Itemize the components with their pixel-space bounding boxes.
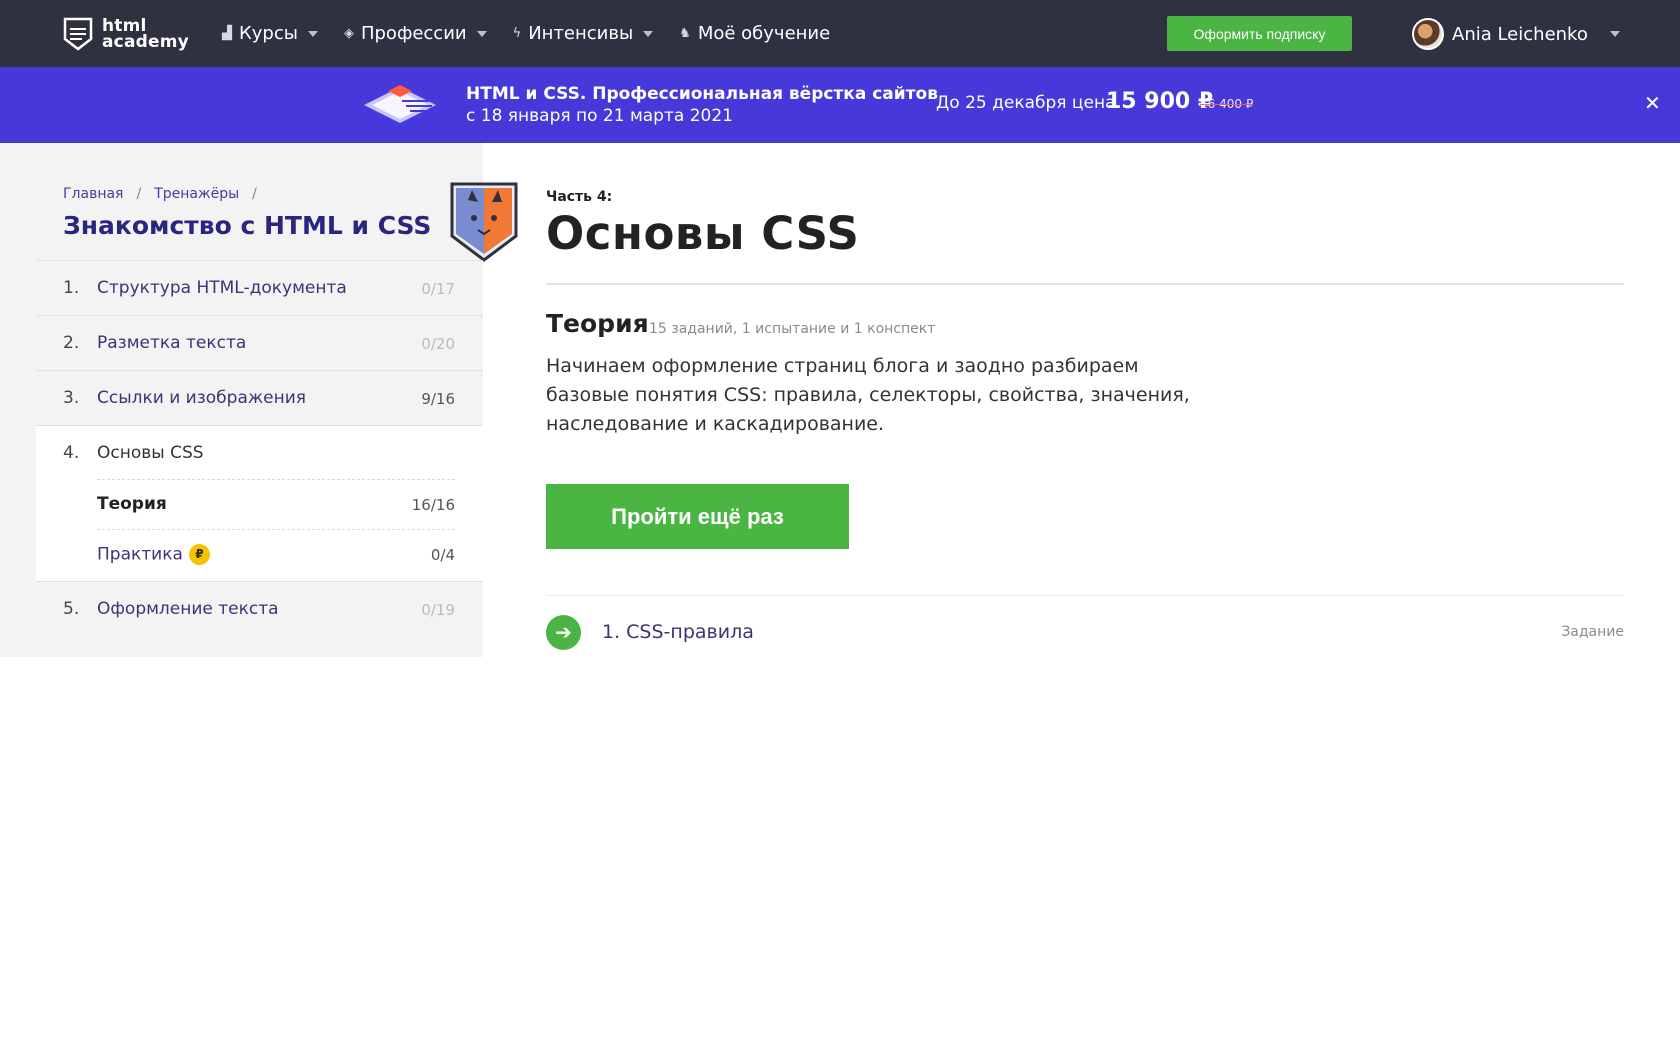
- chapter-number: 3.: [63, 388, 80, 408]
- task-name[interactable]: 1. CSS-правила: [602, 621, 754, 643]
- divider: [546, 595, 1624, 596]
- theory-meta: 15 заданий, 1 испытание и 1 конспект: [649, 321, 936, 337]
- promo-price-old: 16 400 ₽: [1200, 97, 1254, 111]
- lightning-icon: ϟ: [512, 26, 522, 41]
- divider: [546, 283, 1624, 285]
- chapter-name: Структура HTML-документа: [97, 278, 347, 298]
- subitem-label: Теория: [97, 494, 167, 514]
- nav-item-courses[interactable]: ▟ Курсы: [222, 23, 318, 44]
- subitem-label-wrap: Практика ₽: [97, 544, 210, 565]
- retake-button[interactable]: Пройти ещё раз: [546, 484, 849, 549]
- chapter-item[interactable]: 2. Разметка текста 0/20: [36, 315, 483, 370]
- chapter-name: Ссылки и изображения: [97, 388, 307, 408]
- cats-icon: ♞: [679, 26, 691, 41]
- promo-price-now: 15 900 ₽: [1106, 89, 1214, 114]
- theory-description: Начинаем оформление страниц блога и заод…: [546, 355, 1190, 435]
- part-label: Часть 4:: [546, 189, 613, 205]
- logo-icon: [63, 17, 93, 51]
- promo-price-text: До 25 декабря цена: [936, 93, 1116, 113]
- chapter-progress: 0/19: [421, 601, 455, 619]
- nav-item-label: Интенсивы: [528, 23, 634, 44]
- bars-chart-icon: ▟: [222, 26, 232, 41]
- chapter-item[interactable]: 3. Ссылки и изображения 9/16: [36, 370, 483, 425]
- html-academy-logo[interactable]: html academy: [62, 13, 192, 55]
- avatar: [1412, 18, 1444, 50]
- chevron-down-icon: [643, 30, 654, 37]
- subitem-progress: 16/16: [411, 496, 455, 514]
- close-icon[interactable]: ✕: [1644, 91, 1661, 115]
- breadcrumb-separator: /: [136, 186, 142, 202]
- chapter-item[interactable]: 1. Структура HTML-документа 0/17: [36, 260, 483, 315]
- chapter-progress: 0/20: [421, 335, 455, 353]
- subitem-theory[interactable]: Теория 16/16: [97, 479, 455, 529]
- subscribe-button[interactable]: Оформить подписку: [1167, 16, 1352, 51]
- chapter-name: Разметка текста: [97, 333, 247, 353]
- graduation-cap-icon: ◈: [343, 26, 354, 41]
- course-sidebar: Главная / Тренажёры / Знакомство с HTML …: [0, 143, 518, 657]
- chapter-number: 5.: [63, 599, 80, 619]
- chapter-item[interactable]: 5. Оформление текста 0/19: [36, 581, 483, 636]
- subitem-label: Практика: [97, 544, 183, 565]
- top-navigation-bar: html academy ▟ Курсы ◈ Профессии ϟ Интен…: [0, 0, 1680, 67]
- chevron-down-icon: [307, 30, 318, 37]
- logo-text-line-2: academy: [102, 32, 189, 52]
- breadcrumb-separator: /: [252, 186, 257, 202]
- chapter-list: 1. Структура HTML-документа 0/17 2. Разм…: [36, 260, 483, 636]
- chapter-name: Основы CSS: [97, 443, 204, 463]
- chapter-number: 1.: [63, 278, 80, 298]
- task-type: Задание: [1561, 624, 1624, 640]
- task-row[interactable]: ➔ 1. CSS-правила Задание: [546, 615, 1624, 651]
- chapter-progress: 0/17: [421, 280, 455, 298]
- promo-banner[interactable]: HTML и CSS. Профессиональная вёрстка сай…: [0, 67, 1680, 143]
- course-badge-icon: [450, 182, 518, 262]
- course-title[interactable]: Знакомство с HTML и CSS: [63, 211, 431, 240]
- chevron-down-icon: [1609, 31, 1620, 37]
- nav-item-label: Моё обучение: [697, 23, 831, 44]
- chapter-number: 4.: [63, 443, 80, 463]
- chevron-down-icon: [476, 30, 487, 37]
- nav-item-label: Профессии: [360, 23, 467, 44]
- promo-title: HTML и CSS. Профессиональная вёрстка сай…: [466, 84, 938, 104]
- user-menu[interactable]: Ania Leichenko: [1412, 16, 1620, 52]
- chapter-name: Оформление текста: [97, 599, 279, 619]
- chapter-item-active[interactable]: 4. Основы CSS Теория 16/16 Практика ₽ 0/4: [36, 425, 483, 581]
- promo-dates: с 18 января по 21 марта 2021: [466, 106, 733, 126]
- subitem-practice[interactable]: Практика ₽ 0/4: [97, 529, 455, 579]
- ruble-coin-icon: ₽: [188, 544, 210, 565]
- breadcrumb-home-link[interactable]: Главная: [63, 186, 123, 202]
- breadcrumb: Главная / Тренажёры /: [63, 186, 270, 202]
- arrow-right-icon[interactable]: ➔: [546, 615, 581, 650]
- theory-title: Теория: [546, 309, 649, 338]
- breadcrumb-trainers-link[interactable]: Тренажёры: [154, 186, 239, 202]
- nav-item-label: Курсы: [239, 23, 298, 44]
- user-name: Ania Leichenko: [1452, 23, 1588, 45]
- chapter-progress: 9/16: [421, 390, 455, 408]
- nav-item-professions[interactable]: ◈ Профессии: [344, 23, 487, 44]
- subitem-progress: 0/4: [430, 546, 455, 564]
- nav-item-my-learning[interactable]: ♞ Моё обучение: [679, 23, 830, 44]
- nav-item-intensives[interactable]: ϟ Интенсивы: [513, 23, 654, 44]
- promo-illustration: [364, 85, 436, 123]
- main-nav: ▟ Курсы ◈ Профессии ϟ Интенсивы ♞ Моё об…: [222, 0, 856, 67]
- page-title: Основы CSS: [546, 207, 860, 260]
- chapter-number: 2.: [63, 333, 80, 353]
